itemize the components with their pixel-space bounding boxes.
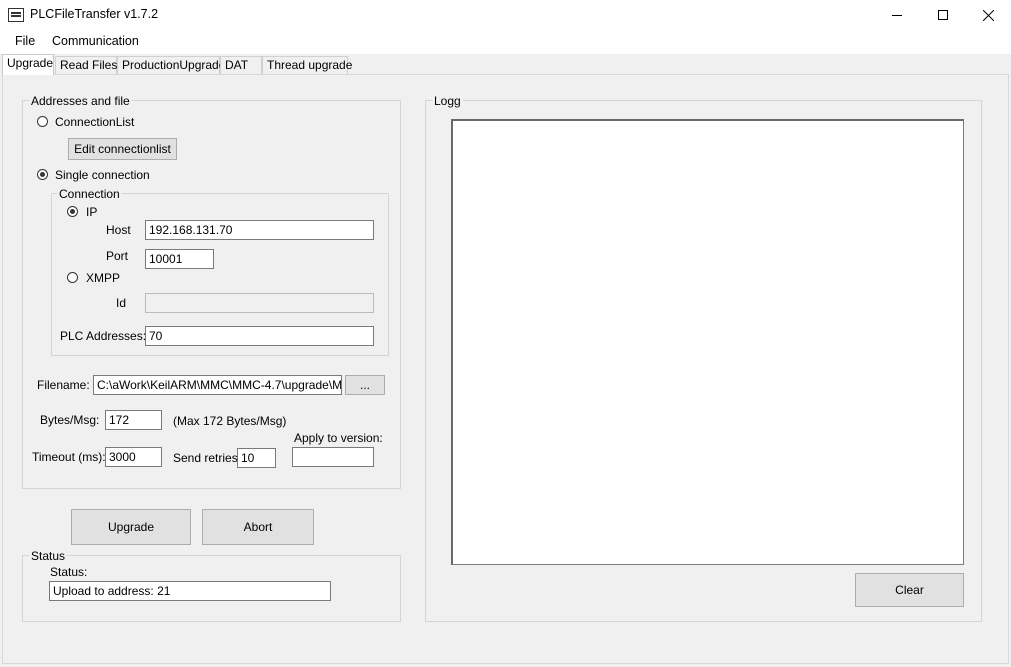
- bytes-max-label: (Max 172 Bytes/Msg): [173, 414, 287, 428]
- minimize-button[interactable]: [874, 0, 920, 30]
- timeout-input[interactable]: 3000: [105, 447, 162, 467]
- id-label: Id: [116, 296, 127, 310]
- filename-label: Filename:: [37, 378, 90, 392]
- bytes-input[interactable]: 172: [105, 410, 162, 430]
- logg-group-label: Logg: [432, 94, 463, 108]
- host-input[interactable]: 192.168.131.70: [145, 220, 374, 240]
- single-connection-label: Single connection: [55, 168, 150, 182]
- apply-version-label: Apply to version:: [294, 431, 383, 445]
- minimize-icon: [892, 15, 902, 16]
- plc-addresses-label: PLC Addresses:: [60, 329, 147, 343]
- upgrade-button[interactable]: Upgrade: [71, 509, 191, 545]
- status-value: Upload to address: 21: [49, 581, 331, 601]
- ip-radio[interactable]: [67, 206, 78, 217]
- clear-button[interactable]: Clear: [855, 573, 964, 607]
- plc-addresses-input[interactable]: 70: [145, 326, 374, 346]
- xmpp-label: XMPP: [86, 271, 121, 285]
- filename-input[interactable]: C:\aWork\KeilARM\MMC\MMC-4.7\upgrade\MMC: [93, 375, 342, 395]
- close-button[interactable]: [965, 0, 1011, 30]
- close-icon: [982, 9, 994, 21]
- maximize-button[interactable]: [920, 0, 966, 30]
- apply-version-input[interactable]: [292, 447, 374, 467]
- title-bar: PLCFileTransfer v1.7.2: [0, 0, 1011, 30]
- tab-dat[interactable]: DAT: [220, 56, 262, 74]
- abort-button[interactable]: Abort: [202, 509, 314, 545]
- timeout-label: Timeout (ms):: [32, 450, 106, 464]
- window-title: PLCFileTransfer v1.7.2: [30, 7, 159, 21]
- maximize-icon: [938, 10, 948, 20]
- connectionlist-radio[interactable]: [37, 116, 48, 127]
- edit-connectionlist-button[interactable]: Edit connectionlist: [68, 138, 177, 160]
- port-input[interactable]: 10001: [145, 249, 214, 269]
- send-retries-input[interactable]: 10: [237, 448, 276, 468]
- connectionlist-label: ConnectionList: [55, 115, 135, 129]
- xmpp-radio[interactable]: [67, 272, 78, 283]
- addresses-group-label: Addresses and file: [29, 94, 132, 108]
- bytes-label: Bytes/Msg:: [40, 413, 100, 427]
- status-group-label: Status: [29, 549, 68, 563]
- menu-bar: File Communication: [0, 30, 1011, 54]
- send-retries-label: Send retries:: [173, 451, 242, 465]
- port-label: Port: [106, 249, 129, 263]
- app-window: PLCFileTransfer v1.7.2 File Communicatio…: [0, 0, 1011, 667]
- menu-communication[interactable]: Communication: [52, 34, 139, 48]
- single-connection-radio[interactable]: [37, 169, 48, 180]
- browse-button[interactable]: ...: [345, 375, 385, 395]
- status-label: Status:: [50, 565, 88, 579]
- tab-production-upgrade[interactable]: ProductionUpgrade: [117, 56, 225, 74]
- host-label: Host: [106, 223, 131, 237]
- id-input[interactable]: [145, 293, 374, 313]
- connection-group-label: Connection: [57, 187, 122, 201]
- app-icon: [8, 8, 24, 22]
- tab-read-files[interactable]: Read Files: [55, 56, 117, 74]
- menu-file[interactable]: File: [15, 34, 35, 48]
- tab-thread-upgrade[interactable]: Thread upgrade: [262, 56, 352, 74]
- log-textarea[interactable]: [451, 119, 964, 565]
- tab-strip: Upgrade Read Files ProductionUpgrade DAT…: [0, 54, 1011, 75]
- tab-upgrade[interactable]: Upgrade: [2, 54, 54, 75]
- ip-label: IP: [86, 205, 98, 219]
